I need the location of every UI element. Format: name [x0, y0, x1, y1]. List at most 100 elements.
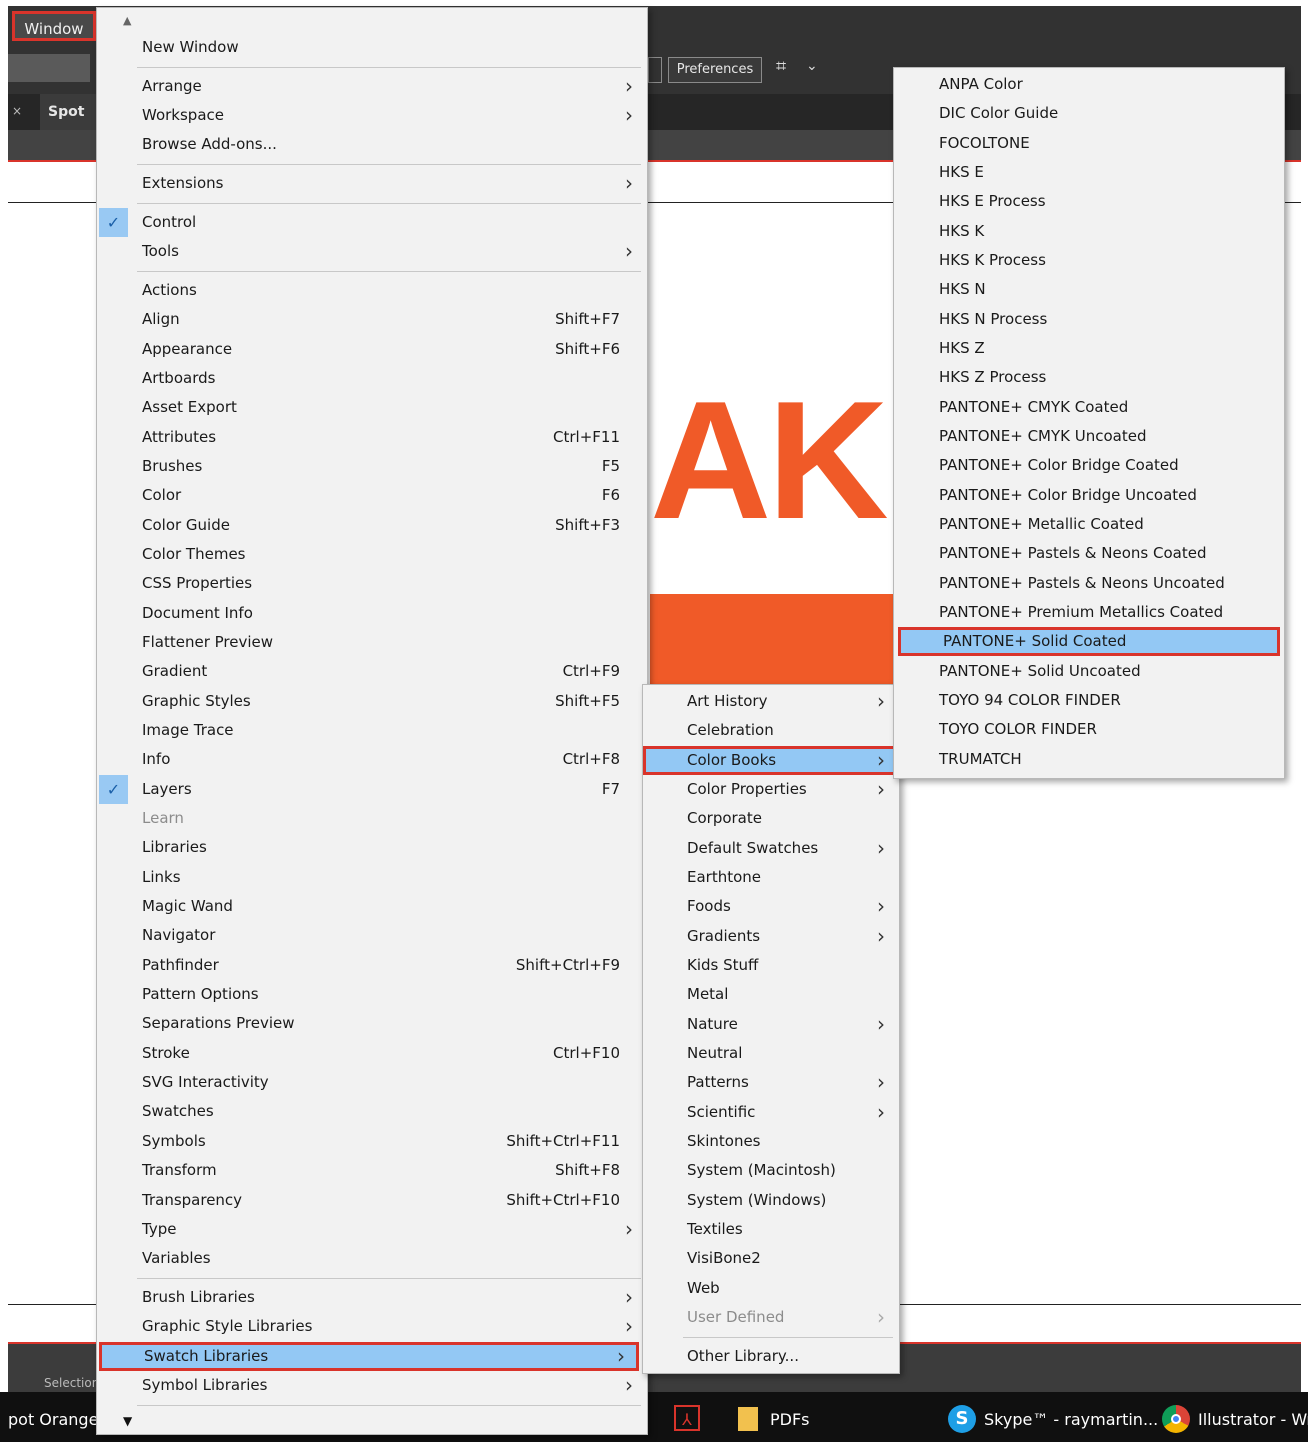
menu-item-neutral[interactable]: Neutral	[643, 1039, 899, 1068]
menu-item-gradient[interactable]: Gradient Ctrl+F9	[97, 657, 647, 686]
menu-item-celebration[interactable]: Celebration	[643, 716, 899, 745]
menu-item-pantoneplus-metallic-coated[interactable]: PANTONE+ Metallic Coated	[894, 510, 1284, 539]
menu-item-artboards[interactable]: Artboards	[97, 364, 647, 393]
menu-item-pantoneplus-solid-coated[interactable]: PANTONE+ Solid Coated	[898, 627, 1280, 656]
taskbar-item-spot-orange[interactable]: pot Orange	[8, 1410, 98, 1429]
menu-item-toyo-color-finder[interactable]: TOYO COLOR FINDER	[894, 715, 1284, 744]
acrobat-icon[interactable]: ⅄	[674, 1405, 700, 1431]
menu-item-brush-libraries[interactable]: Brush Libraries ›	[97, 1283, 647, 1312]
menu-item-graphic-styles[interactable]: Graphic Styles Shift+F5	[97, 687, 647, 716]
menu-item-variables[interactable]: Variables	[97, 1244, 647, 1273]
menu-item-pantoneplus-cmyk-coated[interactable]: PANTONE+ CMYK Coated	[894, 393, 1284, 422]
preferences-button[interactable]: Preferences	[668, 57, 762, 83]
menu-item-color-themes[interactable]: Color Themes	[97, 540, 647, 569]
menu-item-type[interactable]: Type ›	[97, 1215, 647, 1244]
menu-item-skintones[interactable]: Skintones	[643, 1127, 899, 1156]
menu-item-color-books[interactable]: Color Books ›	[643, 746, 899, 775]
menu-item-align[interactable]: Align Shift+F7	[97, 305, 647, 334]
menu-item-anpa-color[interactable]: ANPA Color	[894, 70, 1284, 99]
menu-item-links[interactable]: Links	[97, 863, 647, 892]
menu-item-flattener-preview[interactable]: Flattener Preview	[97, 628, 647, 657]
menu-item-hks-e-process[interactable]: HKS E Process	[894, 187, 1284, 216]
menu-item-image-trace[interactable]: Image Trace	[97, 716, 647, 745]
folder-icon[interactable]	[738, 1407, 758, 1431]
menu-item-layers[interactable]: ✓ Layers F7	[97, 775, 647, 804]
menu-item-stroke[interactable]: Stroke Ctrl+F10	[97, 1039, 647, 1068]
menu-item-hks-z-process[interactable]: HKS Z Process	[894, 363, 1284, 392]
taskbar-item-pdfs[interactable]: PDFs	[770, 1410, 810, 1429]
menu-item-hks-n-process[interactable]: HKS N Process	[894, 305, 1284, 334]
menu-item-navigator[interactable]: Navigator	[97, 921, 647, 950]
arrange-documents-icon[interactable]: ⌗	[776, 56, 786, 77]
menu-item-dic-color-guide[interactable]: DIC Color Guide	[894, 99, 1284, 128]
menu-item-color-properties[interactable]: Color Properties ›	[643, 775, 899, 804]
menu-item-pattern-options[interactable]: Pattern Options	[97, 980, 647, 1009]
control-bar-button[interactable]	[648, 57, 662, 83]
menu-item-transform[interactable]: Transform Shift+F8	[97, 1156, 647, 1185]
menu-item-toyo-94-color-finder[interactable]: TOYO 94 COLOR FINDER	[894, 686, 1284, 715]
menu-item-graphic-style-libraries[interactable]: Graphic Style Libraries ›	[97, 1312, 647, 1341]
document-tab[interactable]: Spot O	[40, 94, 100, 156]
menu-item-transparency[interactable]: Transparency Shift+Ctrl+F10	[97, 1186, 647, 1215]
menu-item-foods[interactable]: Foods ›	[643, 892, 899, 921]
menu-item-actions[interactable]: Actions	[97, 276, 647, 305]
menu-item-arrange[interactable]: Arrange ›	[97, 72, 647, 101]
scroll-up-icon[interactable]: ▲	[123, 14, 131, 27]
menu-item-symbols[interactable]: Symbols Shift+Ctrl+F11	[97, 1127, 647, 1156]
skype-icon[interactable]: S	[948, 1405, 976, 1433]
menu-item-other-library[interactable]: Other Library...	[643, 1342, 899, 1371]
menu-item-color[interactable]: Color F6	[97, 481, 647, 510]
menu-item-info[interactable]: Info Ctrl+F8	[97, 745, 647, 774]
close-icon[interactable]: ×	[12, 104, 22, 118]
chevron-down-icon[interactable]: ⌄	[806, 58, 818, 74]
menu-item-libraries[interactable]: Libraries	[97, 833, 647, 862]
menu-item-separations-preview[interactable]: Separations Preview	[97, 1009, 647, 1038]
menu-item-appearance[interactable]: Appearance Shift+F6	[97, 335, 647, 364]
menu-item-browse-add-ons[interactable]: Browse Add-ons...	[97, 130, 647, 159]
menu-item-pathfinder[interactable]: Pathfinder Shift+Ctrl+F9	[97, 951, 647, 980]
menu-item-pantoneplus-solid-uncoated[interactable]: PANTONE+ Solid Uncoated	[894, 657, 1284, 686]
taskbar-item-skype[interactable]: Skype™ - raymartin...	[984, 1410, 1158, 1429]
window-menu[interactable]: Window	[12, 11, 96, 41]
menu-item-default-swatches[interactable]: Default Swatches ›	[643, 834, 899, 863]
menu-item-pantoneplus-cmyk-uncoated[interactable]: PANTONE+ CMYK Uncoated	[894, 422, 1284, 451]
menu-item-attributes[interactable]: Attributes Ctrl+F11	[97, 423, 647, 452]
menu-item-hks-k[interactable]: HKS K	[894, 217, 1284, 246]
menu-item-new-window[interactable]: New Window	[97, 33, 647, 62]
menu-item-corporate[interactable]: Corporate	[643, 804, 899, 833]
menu-item-tools[interactable]: Tools ›	[97, 237, 647, 266]
menu-item-trumatch[interactable]: TRUMATCH	[894, 745, 1284, 774]
menu-item-kids-stuff[interactable]: Kids Stuff	[643, 951, 899, 980]
menu-item-symbol-libraries[interactable]: Symbol Libraries ›	[97, 1371, 647, 1400]
menu-item-visibone2[interactable]: VisiBone2	[643, 1244, 899, 1273]
menu-item-workspace[interactable]: Workspace ›	[97, 101, 647, 130]
menu-item-pantoneplus-pastels-and-neons-uncoated[interactable]: PANTONE+ Pastels & Neons Uncoated	[894, 569, 1284, 598]
menu-item-brushes[interactable]: Brushes F5	[97, 452, 647, 481]
menu-item-asset-export[interactable]: Asset Export	[97, 393, 647, 422]
menu-item-css-properties[interactable]: CSS Properties	[97, 569, 647, 598]
scroll-down-icon[interactable]: ▼	[123, 1414, 132, 1428]
menu-item-document-info[interactable]: Document Info	[97, 599, 647, 628]
menu-item-control[interactable]: ✓ Control	[97, 208, 647, 237]
menu-item-magic-wand[interactable]: Magic Wand	[97, 892, 647, 921]
menu-item-hks-n[interactable]: HKS N	[894, 275, 1284, 304]
menu-item-swatch-libraries[interactable]: Swatch Libraries ›	[99, 1342, 639, 1371]
menu-item-textiles[interactable]: Textiles	[643, 1215, 899, 1244]
menu-item-color-guide[interactable]: Color Guide Shift+F3	[97, 511, 647, 540]
menu-item-system-macintosh[interactable]: System (Macintosh)	[643, 1156, 899, 1185]
menu-item-extensions[interactable]: Extensions ›	[97, 169, 647, 198]
menu-item-system-windows[interactable]: System (Windows)	[643, 1186, 899, 1215]
menu-item-focoltone[interactable]: FOCOLTONE	[894, 129, 1284, 158]
menu-item-pantoneplus-color-bridge-coated[interactable]: PANTONE+ Color Bridge Coated	[894, 451, 1284, 480]
menu-item-nature[interactable]: Nature ›	[643, 1010, 899, 1039]
menu-item-earthtone[interactable]: Earthtone	[643, 863, 899, 892]
menu-item-pantoneplus-pastels-and-neons-coated[interactable]: PANTONE+ Pastels & Neons Coated	[894, 539, 1284, 568]
menu-item-gradients[interactable]: Gradients ›	[643, 922, 899, 951]
menu-item-pantoneplus-premium-metallics-coated[interactable]: PANTONE+ Premium Metallics Coated	[894, 598, 1284, 627]
menu-item-metal[interactable]: Metal	[643, 980, 899, 1009]
menu-item-scientific[interactable]: Scientific ›	[643, 1098, 899, 1127]
taskbar-item-illustrator[interactable]: Illustrator - Wr	[1198, 1410, 1308, 1429]
menu-item-svg-interactivity[interactable]: SVG Interactivity	[97, 1068, 647, 1097]
menu-item-hks-z[interactable]: HKS Z	[894, 334, 1284, 363]
menu-item-patterns[interactable]: Patterns ›	[643, 1068, 899, 1097]
